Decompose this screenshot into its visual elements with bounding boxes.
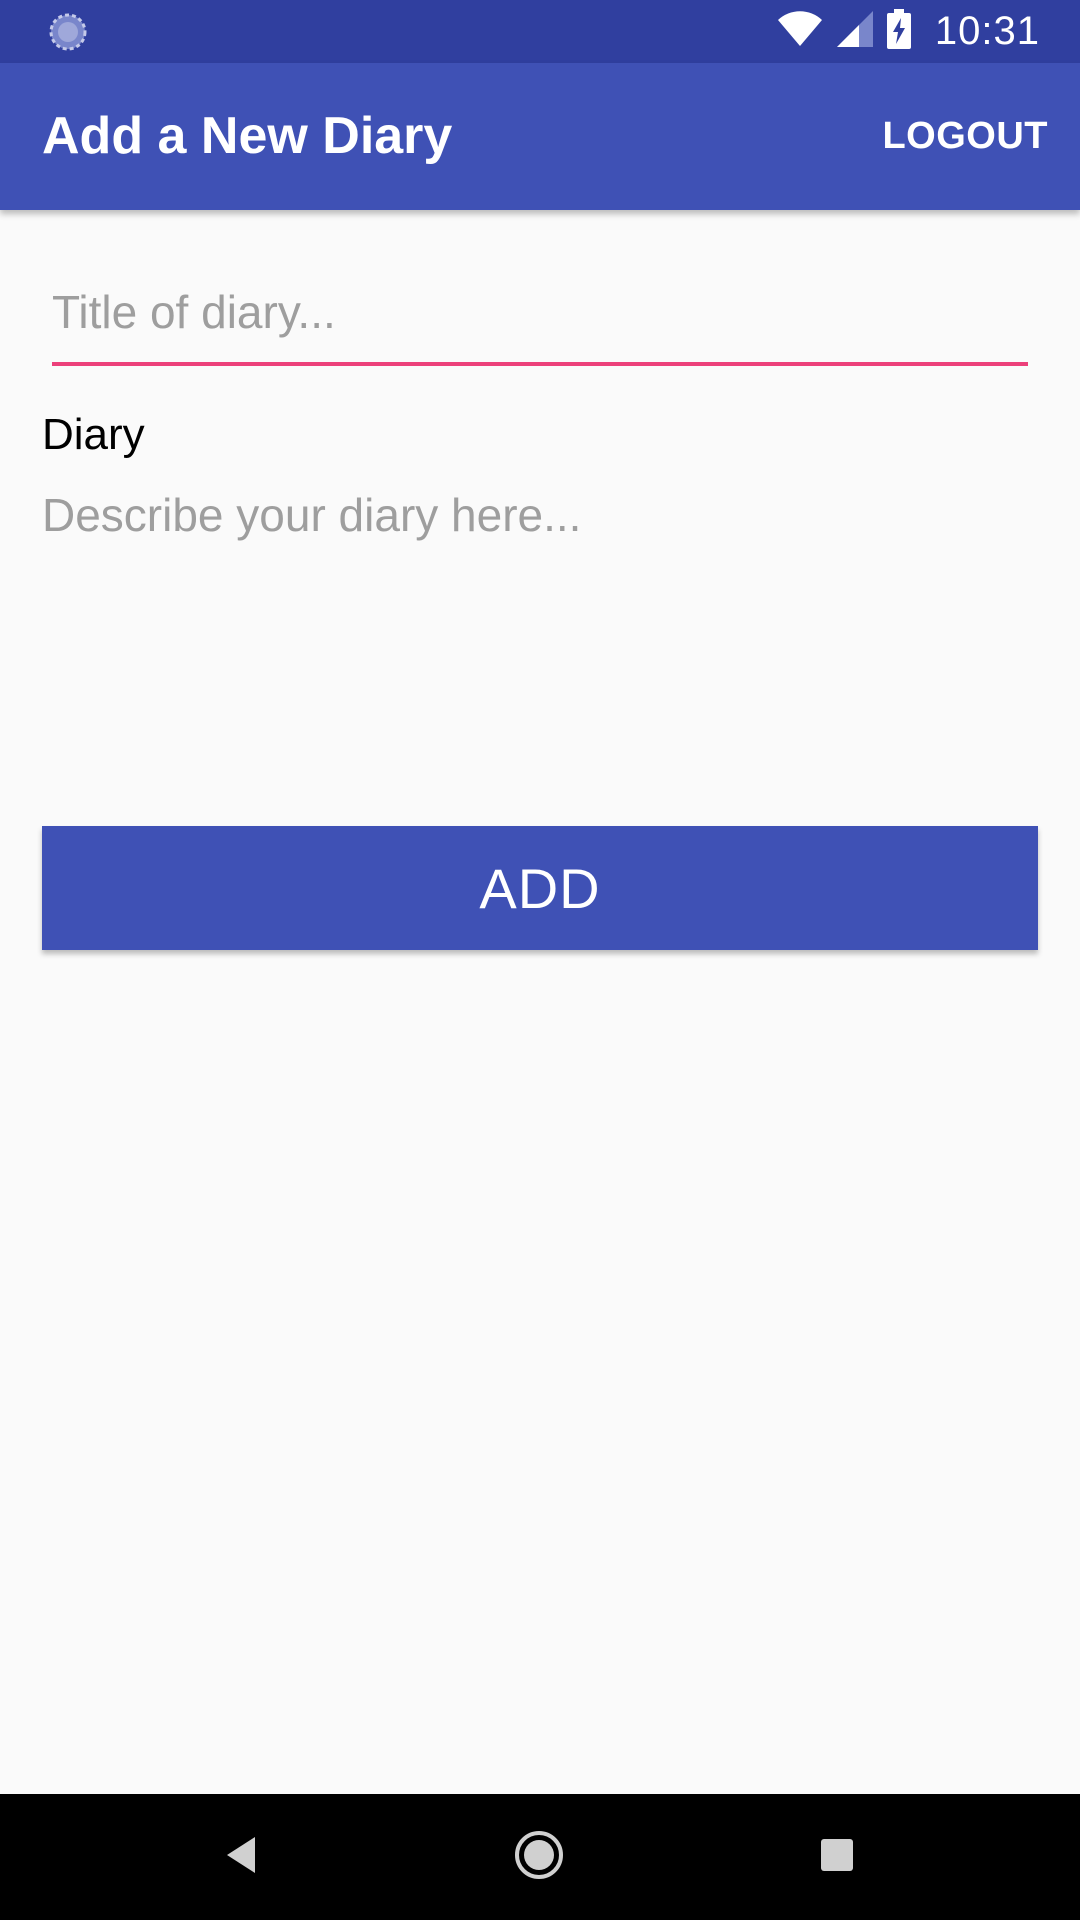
wifi-icon [777, 11, 823, 52]
description-input[interactable] [42, 488, 1032, 788]
battery-charging-icon [886, 9, 911, 54]
status-bar: 10:31 [0, 0, 1080, 63]
status-icons: 10:31 [777, 0, 1040, 63]
page-title: Add a New Diary [42, 107, 453, 165]
add-button[interactable]: ADD [42, 826, 1038, 950]
recents-button[interactable] [802, 1822, 872, 1892]
title-input[interactable] [52, 262, 1028, 366]
diary-label: Diary [42, 410, 145, 459]
screen: 10:31 Add a New Diary LOGOUT Diary ADD [0, 0, 1080, 1920]
sync-icon [48, 12, 88, 52]
back-icon [223, 1835, 259, 1880]
recents-icon [820, 1838, 854, 1877]
cellular-signal-icon [836, 11, 873, 52]
status-time: 10:31 [934, 9, 1040, 53]
logout-button[interactable]: LOGOUT [882, 63, 1048, 210]
navigation-bar [0, 1794, 1080, 1920]
home-button[interactable] [504, 1822, 574, 1892]
app-bar: Add a New Diary LOGOUT [0, 63, 1080, 210]
back-button[interactable] [206, 1822, 276, 1892]
home-icon [513, 1829, 565, 1886]
title-input-container [52, 262, 1028, 366]
